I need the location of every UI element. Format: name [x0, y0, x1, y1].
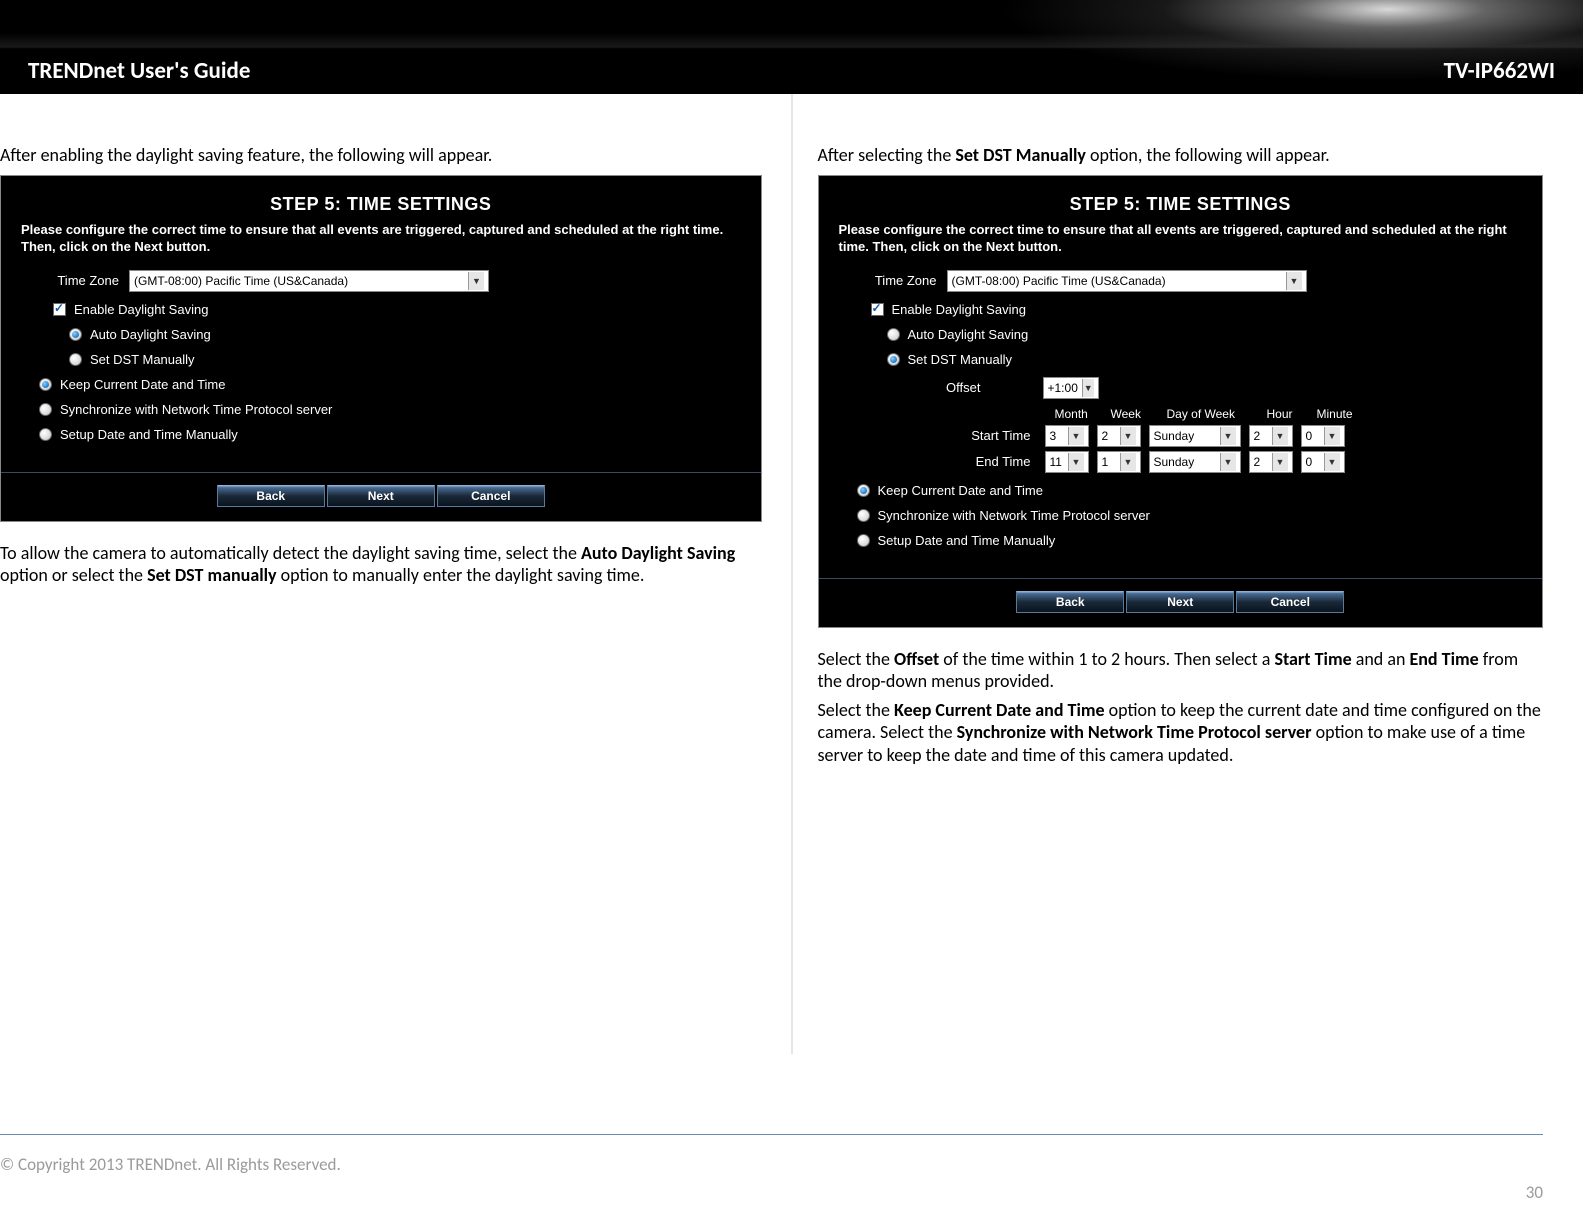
- keep-time-radio[interactable]: [39, 378, 52, 391]
- step-title: STEP 5: TIME SETTINGS: [839, 194, 1523, 215]
- right-paragraph-2: Select the Offset of the time within 1 t…: [818, 648, 1544, 693]
- step-title: STEP 5: TIME SETTINGS: [21, 194, 741, 215]
- chevron-down-icon: ▼: [1286, 272, 1302, 290]
- sync-ntp-label: Synchronize with Network Time Protocol s…: [60, 402, 332, 417]
- next-button[interactable]: Next: [1126, 591, 1234, 613]
- chevron-down-icon: ▼: [1082, 379, 1094, 397]
- chevron-down-icon: ▼: [468, 272, 484, 290]
- set-dst-label: Set DST Manually: [90, 352, 195, 367]
- keep-time-label: Keep Current Date and Time: [878, 483, 1043, 498]
- timezone-select[interactable]: (GMT-08:00) Pacific Time (US&Canada) ▼: [947, 270, 1307, 292]
- back-button[interactable]: Back: [1016, 591, 1124, 613]
- start-time-label: Start Time: [925, 428, 1045, 443]
- offset-label: Offset: [925, 380, 995, 395]
- set-dst-radio[interactable]: [887, 353, 900, 366]
- end-week-select[interactable]: 1▼: [1097, 451, 1141, 473]
- enable-ds-checkbox[interactable]: [871, 303, 884, 316]
- chevron-down-icon: ▼: [1120, 427, 1136, 445]
- footer-divider: [0, 1134, 1543, 1135]
- chevron-down-icon: ▼: [1272, 453, 1288, 471]
- timezone-label: Time Zone: [867, 273, 947, 288]
- sync-ntp-radio[interactable]: [857, 509, 870, 522]
- end-hour-select[interactable]: 2▼: [1249, 451, 1293, 473]
- left-intro: After enabling the daylight saving featu…: [0, 144, 762, 167]
- model-number: TV-IP662WI: [1444, 57, 1555, 85]
- chevron-down-icon: ▼: [1324, 453, 1340, 471]
- chevron-down-icon: ▼: [1068, 453, 1084, 471]
- header-hour: Hour: [1267, 407, 1317, 421]
- next-button[interactable]: Next: [327, 485, 435, 507]
- right-settings-panel: STEP 5: TIME SETTINGS Please configure t…: [818, 175, 1544, 628]
- header-week: Week: [1111, 407, 1167, 421]
- timezone-label: Time Zone: [49, 273, 129, 288]
- timezone-select[interactable]: (GMT-08:00) Pacific Time (US&Canada) ▼: [129, 270, 489, 292]
- end-time-label: End Time: [925, 454, 1045, 469]
- auto-ds-label: Auto Daylight Saving: [908, 327, 1029, 342]
- offset-select[interactable]: +1:00 ▼: [1043, 377, 1099, 399]
- header-month: Month: [1055, 407, 1111, 421]
- auto-ds-label: Auto Daylight Saving: [90, 327, 211, 342]
- column-divider: [791, 94, 792, 1054]
- cancel-button[interactable]: Cancel: [1236, 591, 1344, 613]
- keep-time-label: Keep Current Date and Time: [60, 377, 225, 392]
- manual-time-label: Setup Date and Time Manually: [878, 533, 1056, 548]
- manual-time-radio[interactable]: [857, 534, 870, 547]
- step-description: Please configure the correct time to ens…: [839, 221, 1523, 256]
- right-intro: After selecting the Set DST Manually opt…: [818, 144, 1544, 167]
- chevron-down-icon: ▼: [1324, 427, 1340, 445]
- start-hour-select[interactable]: 2▼: [1249, 425, 1293, 447]
- header-minute: Minute: [1317, 407, 1367, 421]
- set-dst-label: Set DST Manually: [908, 352, 1013, 367]
- chevron-down-icon: ▼: [1220, 453, 1236, 471]
- start-week-select[interactable]: 2▼: [1097, 425, 1141, 447]
- enable-ds-label: Enable Daylight Saving: [892, 302, 1026, 317]
- enable-ds-checkbox[interactable]: [53, 303, 66, 316]
- guide-title: TRENDnet User's Guide: [28, 57, 250, 85]
- timezone-value: (GMT-08:00) Pacific Time (US&Canada): [952, 274, 1166, 288]
- cancel-button[interactable]: Cancel: [437, 485, 545, 507]
- chevron-down-icon: ▼: [1272, 427, 1288, 445]
- end-min-select[interactable]: 0▼: [1301, 451, 1345, 473]
- chevron-down-icon: ▼: [1220, 427, 1236, 445]
- timezone-value: (GMT-08:00) Pacific Time (US&Canada): [134, 274, 348, 288]
- page-number: 30: [1526, 1182, 1543, 1203]
- left-settings-panel: STEP 5: TIME SETTINGS Please configure t…: [0, 175, 762, 522]
- set-dst-radio[interactable]: [69, 353, 82, 366]
- chevron-down-icon: ▼: [1120, 453, 1136, 471]
- header-dow: Day of Week: [1167, 407, 1267, 421]
- left-paragraph-2: To allow the camera to automatically det…: [0, 542, 762, 587]
- start-month-select[interactable]: 3▼: [1045, 425, 1089, 447]
- step-description: Please configure the correct time to ens…: [21, 221, 741, 256]
- right-paragraph-3: Select the Keep Current Date and Time op…: [818, 699, 1544, 767]
- auto-ds-radio[interactable]: [69, 328, 82, 341]
- back-button[interactable]: Back: [217, 485, 325, 507]
- sync-ntp-radio[interactable]: [39, 403, 52, 416]
- start-min-select[interactable]: 0▼: [1301, 425, 1345, 447]
- manual-time-radio[interactable]: [39, 428, 52, 441]
- start-dow-select[interactable]: Sunday▼: [1149, 425, 1241, 447]
- end-month-select[interactable]: 11▼: [1045, 451, 1089, 473]
- page-header: TRENDnet User's Guide TV-IP662WI: [0, 0, 1583, 94]
- auto-ds-radio[interactable]: [887, 328, 900, 341]
- chevron-down-icon: ▼: [1068, 427, 1084, 445]
- enable-ds-label: Enable Daylight Saving: [74, 302, 208, 317]
- copyright: © Copyright 2013 TRENDnet. All Rights Re…: [0, 1154, 341, 1175]
- sync-ntp-label: Synchronize with Network Time Protocol s…: [878, 508, 1150, 523]
- end-dow-select[interactable]: Sunday▼: [1149, 451, 1241, 473]
- keep-time-radio[interactable]: [857, 484, 870, 497]
- manual-time-label: Setup Date and Time Manually: [60, 427, 238, 442]
